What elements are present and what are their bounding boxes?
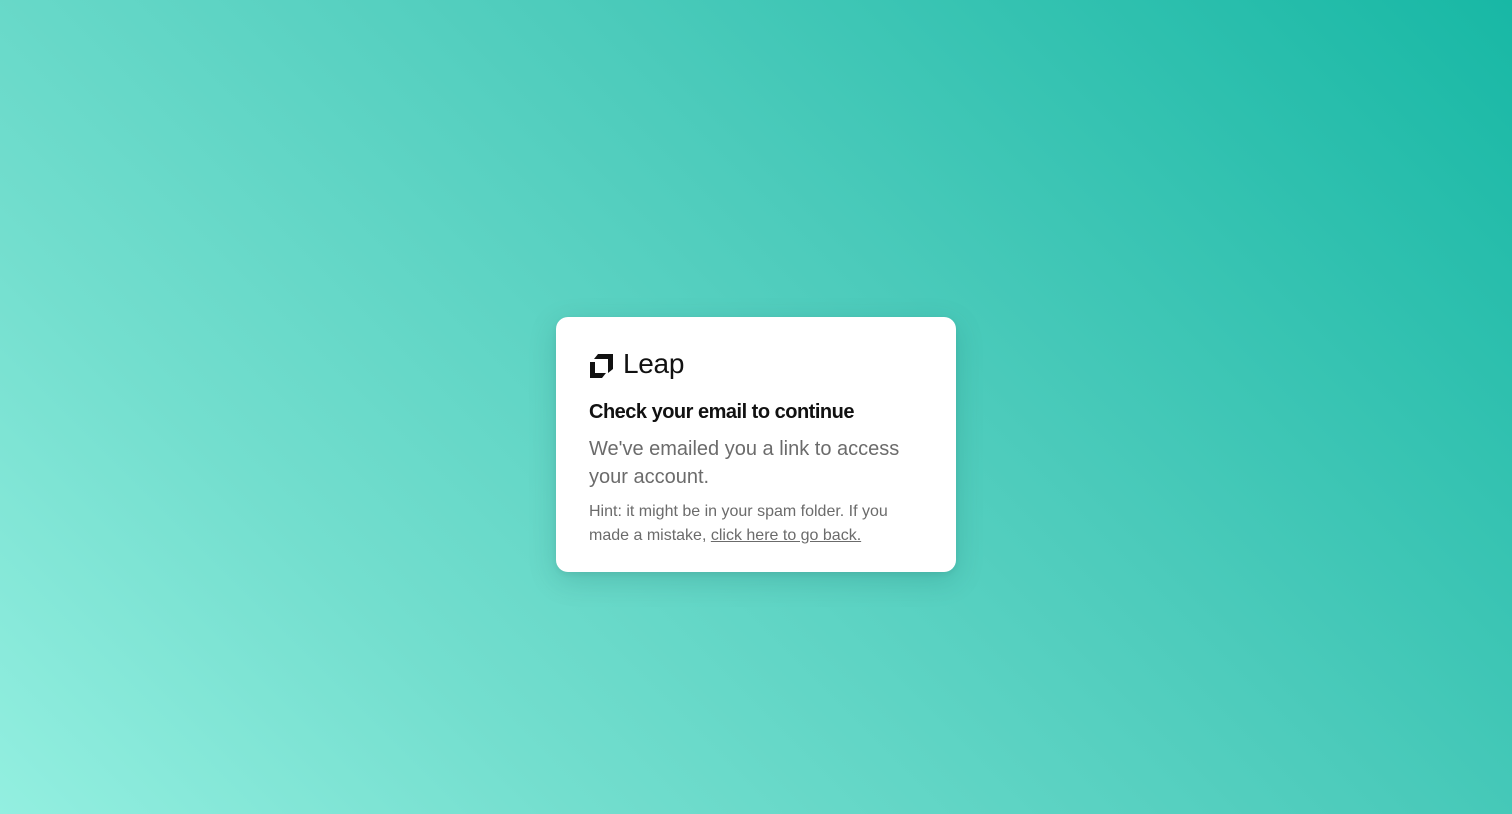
page-title: Check your email to continue [589, 401, 854, 423]
check-email-card: Leap Check your email to continue We've … [556, 317, 956, 572]
go-back-link[interactable]: click here to go back. [711, 527, 861, 544]
brand-name: Leap [623, 348, 685, 379]
card-subtitle: We've emailed you a link to access your … [589, 438, 900, 488]
leap-logo-icon [589, 353, 614, 379]
brand-logo: Leap [589, 348, 923, 380]
hint-paragraph: Hint: it might be in your spam folder. I… [589, 500, 923, 548]
